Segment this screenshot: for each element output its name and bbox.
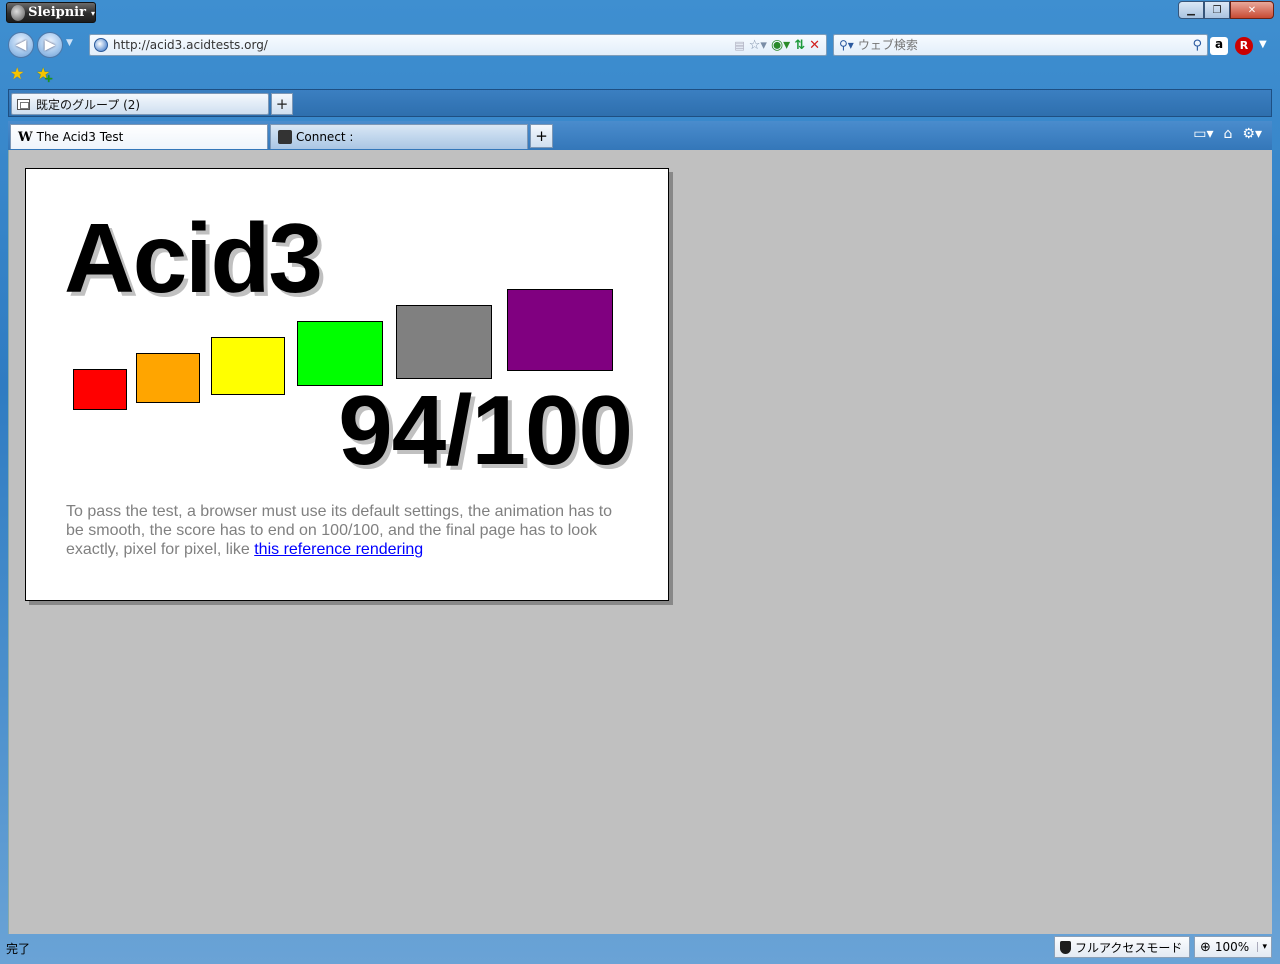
- url-field[interactable]: http://acid3.acidtests.org/: [113, 38, 734, 52]
- navigation-bar: ◀ ▶ ▼ http://acid3.acidtests.org/ ▤ ☆▾ ◉…: [0, 30, 1280, 60]
- bucket-6-purple: [507, 289, 613, 371]
- rakuten-icon[interactable]: R: [1235, 37, 1253, 55]
- add-favorite-icon[interactable]: ★: [36, 64, 54, 85]
- search-engine-icon[interactable]: ⚲▾: [839, 38, 854, 52]
- go-icon[interactable]: ◉▾: [771, 37, 790, 53]
- search-icon[interactable]: ⚲: [1192, 38, 1207, 53]
- page-title: Acid3: [64, 203, 323, 313]
- add-group-button[interactable]: +: [271, 93, 293, 115]
- window-list-icon[interactable]: ▭▾: [1193, 126, 1213, 142]
- forward-icon: ▶: [44, 37, 56, 53]
- group-tab-bar: 既定のグループ (2) +: [8, 89, 1272, 117]
- bucket-3-yellow: [211, 337, 285, 395]
- tab-label: Connect :: [296, 130, 354, 144]
- amazon-icon[interactable]: a: [1210, 37, 1228, 55]
- home-icon[interactable]: ⌂: [1224, 126, 1233, 142]
- minimize-button[interactable]: ▁: [1178, 1, 1204, 19]
- reference-rendering-link[interactable]: this reference rendering: [254, 541, 423, 558]
- shield-icon: [1060, 940, 1071, 954]
- page-viewport: Acid3 94/100 To pass the test, a browser…: [8, 150, 1272, 934]
- favorites-star-icon[interactable]: ★: [10, 64, 24, 83]
- tab-tools: ▭▾ ⌂ ⚙▾: [1193, 126, 1262, 142]
- connect-icon: [278, 130, 292, 144]
- status-text: 完了: [6, 942, 31, 956]
- add-tab-button[interactable]: +: [530, 124, 553, 148]
- forward-button[interactable]: ▶: [37, 32, 63, 58]
- rss-icon[interactable]: ▤: [734, 39, 744, 52]
- back-icon: ◀: [15, 37, 27, 53]
- score: 94/100: [338, 375, 633, 485]
- gear-icon[interactable]: ⚙▾: [1242, 126, 1262, 142]
- zoom-control[interactable]: ⊕ 100% ▾: [1194, 936, 1272, 958]
- page-tab-bar: W The Acid3 Test Connect : + ▭▾ ⌂ ⚙▾: [8, 121, 1272, 150]
- search-input[interactable]: [857, 38, 1193, 52]
- instructions-text: To pass the test, a browser must use its…: [66, 502, 626, 559]
- stop-icon[interactable]: ✕: [809, 38, 820, 53]
- access-mode-label: フルアクセスモード: [1075, 940, 1183, 955]
- status-bar: 完了 フルアクセスモード ⊕ 100% ▾: [0, 935, 1280, 964]
- access-mode-indicator[interactable]: フルアクセスモード: [1054, 936, 1190, 958]
- bucket-2-orange: [136, 353, 200, 403]
- group-icon: [17, 98, 30, 110]
- window-controls: ▁ ❐ ✕: [1178, 1, 1274, 19]
- tab-label: The Acid3 Test: [36, 130, 124, 144]
- favorites-bar: ★ ★: [0, 62, 1280, 86]
- toolbar-overflow-button[interactable]: ▼: [1259, 39, 1267, 50]
- address-bar[interactable]: http://acid3.acidtests.org/ ▤ ☆▾ ◉▾ ⇅ ✕: [89, 34, 827, 56]
- app-name: Sleipnir: [28, 5, 86, 20]
- zoom-icon: ⊕: [1200, 939, 1211, 955]
- bucket-1-red: [73, 369, 127, 410]
- group-tab[interactable]: 既定のグループ (2): [11, 93, 269, 115]
- zoom-level: 100%: [1214, 940, 1250, 954]
- wikipedia-icon: W: [18, 129, 33, 145]
- close-button[interactable]: ✕: [1230, 1, 1274, 19]
- search-bar[interactable]: ⚲▾ ⚲: [833, 34, 1208, 56]
- acid3-test-box: Acid3 94/100 To pass the test, a browser…: [25, 168, 669, 601]
- tab-acid3-test[interactable]: W The Acid3 Test: [10, 124, 268, 149]
- page-favicon-icon: [94, 38, 108, 52]
- history-dropdown-button[interactable]: ▼: [66, 38, 73, 48]
- chevron-down-icon[interactable]: ▾: [1257, 942, 1271, 952]
- tab-connect[interactable]: Connect :: [270, 124, 528, 149]
- reload-icon[interactable]: ⇅: [794, 38, 805, 53]
- app-menu-button[interactable]: Sleipnir ▾: [6, 2, 96, 23]
- group-tab-label: 既定のグループ (2): [36, 97, 141, 112]
- sleipnir-logo-icon: [11, 4, 26, 21]
- chevron-down-icon: ▾: [90, 7, 95, 18]
- title-bar: Sleipnir ▾ ▁ ❐ ✕: [0, 0, 1280, 28]
- maximize-button[interactable]: ❐: [1204, 1, 1230, 19]
- star-icon[interactable]: ☆▾: [749, 38, 767, 53]
- bucket-5-gray: [396, 305, 492, 379]
- back-button[interactable]: ◀: [8, 32, 34, 58]
